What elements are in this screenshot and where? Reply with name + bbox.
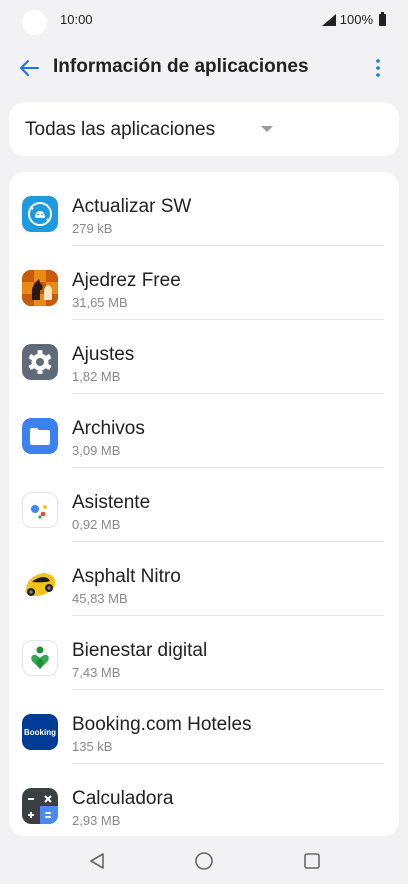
circle-home-icon <box>195 852 213 870</box>
calculator-icon <box>22 788 58 824</box>
chess-icon <box>22 270 58 306</box>
status-time: 10:00 <box>60 12 93 27</box>
list-item[interactable]: Ajedrez Free 31,65 MB <box>9 246 399 320</box>
app-size: 7,43 MB <box>72 665 121 680</box>
app-name: Ajustes <box>72 344 135 365</box>
app-name: Booking.com Hoteles <box>72 714 252 735</box>
signal-icon <box>321 13 336 26</box>
navigation-bar <box>0 838 408 884</box>
list-item[interactable]: Asistente 0,92 MB <box>9 468 399 542</box>
app-size: 2,93 MB <box>72 813 121 828</box>
battery-icon <box>379 11 386 26</box>
app-size: 0,92 MB <box>72 517 121 532</box>
front-camera-cutout <box>22 10 47 35</box>
app-size: 45,83 MB <box>72 591 128 606</box>
app-size: 279 kB <box>72 221 113 236</box>
app-list[interactable]: Actualizar SW 279 kB Ajedrez Free 31,65 … <box>9 172 399 836</box>
more-vert-icon <box>376 59 380 77</box>
more-options-button[interactable] <box>366 54 390 82</box>
app-name: Asphalt Nitro <box>72 566 181 587</box>
software-update-icon <box>22 196 58 232</box>
filter-selected-value: Todas las aplicaciones <box>25 119 216 140</box>
list-item[interactable]: Asphalt Nitro 45,83 MB <box>9 542 399 616</box>
list-item[interactable]: Booking Booking.com Hoteles 135 kB <box>9 690 399 764</box>
list-item[interactable]: Bienestar digital 7,43 MB <box>9 616 399 690</box>
nav-recents-button[interactable] <box>299 848 325 874</box>
nav-home-button[interactable] <box>191 848 217 874</box>
app-filter-dropdown[interactable]: Todas las aplicaciones <box>9 102 399 156</box>
battery-percent: 100% <box>339 12 373 27</box>
triangle-back-icon <box>90 853 104 869</box>
back-button[interactable] <box>14 54 44 82</box>
app-size: 135 kB <box>72 739 113 754</box>
app-bar: Información de aplicaciones <box>0 44 408 92</box>
app-name: Calculadora <box>72 788 174 809</box>
app-name: Ajedrez Free <box>72 270 181 291</box>
app-size: 3,09 MB <box>72 443 121 458</box>
folder-icon <box>22 418 58 454</box>
list-item[interactable]: Actualizar SW 279 kB <box>9 172 399 246</box>
booking-icon: Booking <box>22 714 58 750</box>
app-size: 31,65 MB <box>72 295 128 310</box>
square-recents-icon <box>304 853 320 869</box>
settings-gear-icon <box>22 344 58 380</box>
list-item[interactable]: Calculadora 2,93 MB <box>9 764 399 836</box>
app-size: 1,82 MB <box>72 369 121 384</box>
list-item[interactable]: Archivos 3,09 MB <box>9 394 399 468</box>
app-name: Bienestar digital <box>72 640 208 661</box>
dropdown-caret-icon <box>261 126 273 132</box>
app-name: Asistente <box>72 492 151 513</box>
page-title: Información de aplicaciones <box>53 56 309 77</box>
status-bar: 10:00 100% <box>0 0 408 40</box>
arrow-left-icon <box>20 60 39 76</box>
status-indicators: 100% <box>321 11 386 27</box>
assistant-icon <box>22 492 58 528</box>
nav-back-button[interactable] <box>84 848 110 874</box>
list-item[interactable]: Ajustes 1,82 MB <box>9 320 399 394</box>
app-name: Actualizar SW <box>72 196 192 217</box>
booking-icon-text: Booking <box>24 727 56 737</box>
race-car-icon <box>22 566 58 602</box>
app-name: Archivos <box>72 418 145 439</box>
digital-wellbeing-icon <box>22 640 58 676</box>
